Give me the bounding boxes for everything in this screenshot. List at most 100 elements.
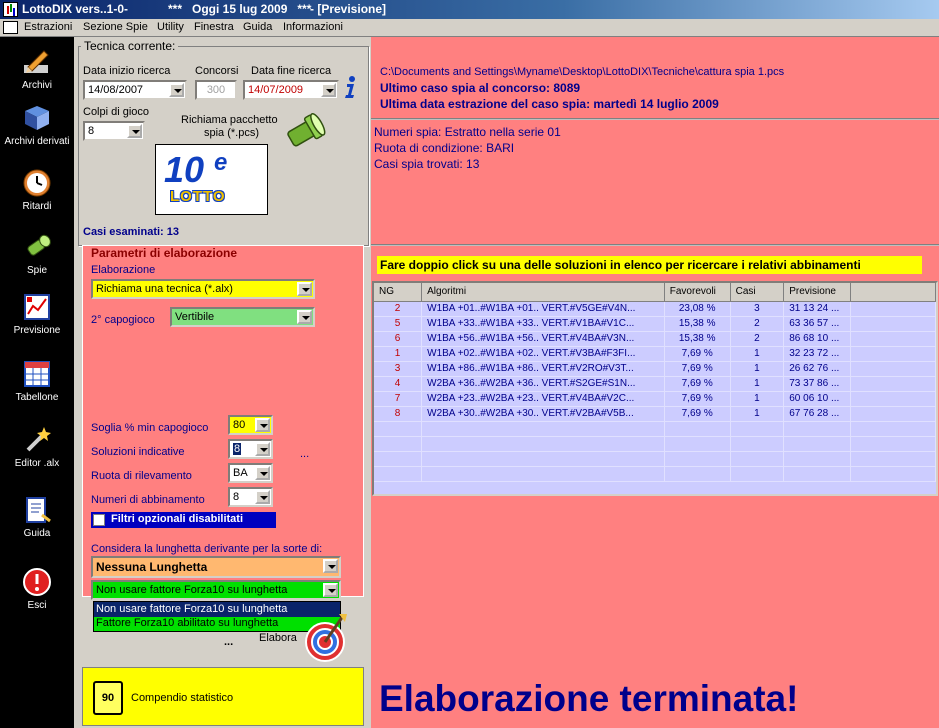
sidebar-item-editor[interactable]: Editor .alx bbox=[0, 425, 74, 469]
table-row[interactable]: 6 W1BA +56..#W1BA +56.. VERT.#V4BA#V3N...… bbox=[374, 331, 936, 347]
chevron-down-icon[interactable] bbox=[255, 442, 270, 456]
sidebar-label: Ritardi bbox=[22, 201, 52, 212]
sidebar-item-spie[interactable]: Spie bbox=[0, 232, 74, 276]
chevron-down-icon[interactable] bbox=[297, 310, 312, 324]
ruota-label: Ruota di rilevamento bbox=[91, 470, 192, 482]
forza-combo[interactable]: Non usare fattore Forza10 su lunghetta bbox=[91, 580, 341, 600]
table-row[interactable]: 7 W2BA +23..#W2BA +23.. VERT.#V4BA#V2C...… bbox=[374, 391, 936, 407]
cell-empty bbox=[374, 436, 423, 452]
today-date: *** Oggi 15 lug 2009 *** bbox=[168, 2, 312, 16]
filtri-checkbox[interactable]: Filtri opzionali disabilitati bbox=[91, 512, 276, 528]
concorsi-input[interactable]: 300 bbox=[195, 80, 237, 100]
soluzioni-combo[interactable]: 8 bbox=[228, 439, 273, 459]
sidebar-item-guida[interactable]: Guida bbox=[0, 495, 74, 539]
cell-empty bbox=[374, 466, 423, 482]
soglia-value: 80 bbox=[233, 419, 246, 431]
sidebar-item-esci[interactable]: Esci bbox=[0, 567, 74, 611]
target-icon[interactable] bbox=[303, 612, 349, 664]
cell-favorevoli: 23,08 % bbox=[664, 301, 731, 317]
menu-informazioni[interactable]: Informazioni bbox=[283, 21, 343, 33]
table-row-empty bbox=[374, 436, 936, 452]
menu-utility[interactable]: Utility bbox=[157, 21, 184, 33]
cell-previsione: 86 68 10 ... bbox=[783, 331, 852, 347]
chevron-down-icon[interactable] bbox=[321, 83, 336, 97]
sidebar-label: Tabellone bbox=[15, 392, 59, 403]
cell-ng: 2 bbox=[374, 301, 423, 317]
chevron-down-icon[interactable] bbox=[297, 282, 312, 296]
chevron-down-icon[interactable] bbox=[255, 466, 270, 480]
sidebar-item-archivi[interactable]: Archivi bbox=[0, 47, 74, 91]
forza-value: Non usare fattore Forza10 su lunghetta bbox=[96, 584, 288, 596]
cell-favorevoli: 7,69 % bbox=[664, 406, 731, 422]
cell-casi: 1 bbox=[730, 391, 785, 407]
chevron-down-icon[interactable] bbox=[255, 418, 270, 432]
cell-filler bbox=[850, 316, 936, 332]
soluzioni-value: 8 bbox=[233, 443, 242, 455]
table-row-empty bbox=[374, 451, 936, 467]
sidebar-label: Guida bbox=[23, 528, 51, 539]
table-row[interactable]: 8 W2BA +30..#W2BA +30.. VERT.#V2BA#V5B...… bbox=[374, 406, 936, 422]
chevron-down-icon[interactable] bbox=[323, 583, 338, 597]
chevron-down-icon[interactable] bbox=[169, 83, 184, 97]
exit-icon bbox=[23, 568, 51, 596]
start-date-combo[interactable]: 14/08/2007 bbox=[83, 80, 187, 100]
compendio-button[interactable]: 90 Compendio statistico bbox=[82, 667, 364, 726]
menu-guida[interactable]: Guida bbox=[243, 21, 272, 33]
col-casi[interactable]: Casi bbox=[730, 283, 785, 302]
table-row[interactable]: 4 W2BA +36..#W2BA +36.. VERT.#S2GE#S1N...… bbox=[374, 376, 936, 392]
cell-empty bbox=[783, 466, 852, 482]
cell-previsione: 60 06 10 ... bbox=[783, 391, 852, 407]
sidebar-item-ritardi[interactable]: Ritardi bbox=[0, 168, 74, 212]
checkbox-box[interactable] bbox=[93, 514, 105, 526]
numeri-label: Numeri di abbinamento bbox=[91, 494, 205, 506]
table-row[interactable]: 5 W1BA +33..#W1BA +33.. VERT.#V1BA#V1C...… bbox=[374, 316, 936, 332]
cell-algoritmo: W1BA +86..#W1BA +86.. VERT.#V2RO#V3T... bbox=[421, 361, 665, 377]
cell-filler bbox=[850, 376, 936, 392]
cell-ng: 3 bbox=[374, 361, 423, 377]
menu-estrazioni[interactable]: Estrazioni bbox=[24, 21, 72, 33]
flashlight-icon[interactable] bbox=[282, 109, 330, 151]
cell-casi: 1 bbox=[730, 406, 785, 422]
document-icon[interactable] bbox=[3, 21, 18, 34]
table-row[interactable]: 3 W1BA +86..#W1BA +86.. VERT.#V2RO#V3T...… bbox=[374, 361, 936, 377]
status-message: Elaborazione terminata! bbox=[379, 678, 799, 719]
soglia-combo[interactable]: 80 bbox=[228, 415, 273, 435]
soluzioni-ellipsis: ... bbox=[300, 448, 310, 460]
menu-finestra[interactable]: Finestra bbox=[194, 21, 234, 33]
pencil-icon bbox=[24, 50, 49, 73]
cell-filler bbox=[850, 406, 936, 422]
window-name: - [Previsione] bbox=[310, 2, 387, 16]
cell-previsione: 26 62 76 ... bbox=[783, 361, 852, 377]
colpi-combo[interactable]: 8 bbox=[83, 121, 145, 141]
sidebar-item-tabellone[interactable]: Tabellone bbox=[0, 359, 74, 403]
lunghetta-combo[interactable]: Nessuna Lunghetta bbox=[91, 556, 341, 578]
col-favorevoli[interactable]: Favorevoli bbox=[664, 283, 731, 302]
col-previsione[interactable]: Previsione bbox=[783, 283, 852, 302]
technique-path: C:\Documents and Settings\Myname\Desktop… bbox=[380, 66, 785, 78]
chevron-down-icon[interactable] bbox=[127, 124, 142, 138]
chevron-down-icon[interactable] bbox=[323, 559, 338, 573]
technique-legend: Tecnica corrente: bbox=[81, 39, 179, 53]
table-row[interactable]: 1 W1BA +02..#W1BA +02.. VERT.#V3BA#F3FI..… bbox=[374, 346, 936, 362]
chevron-down-icon[interactable] bbox=[255, 490, 270, 504]
col-filler bbox=[850, 283, 936, 302]
menu-sezione-spie[interactable]: Sezione Spie bbox=[83, 21, 148, 33]
params-legend: Parametri di elaborazione bbox=[89, 246, 240, 260]
app-icon[interactable] bbox=[3, 2, 18, 17]
cell-empty bbox=[850, 421, 936, 437]
capogioco-combo[interactable]: Vertibile bbox=[170, 307, 315, 327]
table-row[interactable]: 2 W1BA +01..#W1BA +01.. VERT.#V5GE#V4N...… bbox=[374, 301, 936, 317]
concorsi-label: Concorsi bbox=[195, 65, 239, 77]
col-algoritmi[interactable]: Algoritmi bbox=[421, 283, 665, 302]
end-date-combo[interactable]: 14/07/2009 bbox=[243, 80, 339, 100]
info-icon[interactable] bbox=[341, 75, 359, 99]
sidebar-item-previsione[interactable]: Previsione bbox=[0, 292, 74, 336]
numeri-combo[interactable]: 8 bbox=[228, 487, 273, 507]
col-ng[interactable]: NG bbox=[374, 283, 423, 302]
start-date-label: Data inizio ricerca bbox=[83, 65, 171, 77]
solutions-grid[interactable]: NG Algoritmi Favorevoli Casi Previsione … bbox=[372, 281, 938, 496]
sidebar-item-archivi-derivati[interactable]: Archivi derivati bbox=[0, 103, 74, 147]
elaborazione-combo[interactable]: Richiama una tecnica (*.alx) bbox=[91, 279, 315, 299]
lunghetta-label: Considera la lunghetta derivante per la … bbox=[91, 543, 323, 555]
ruota-combo[interactable]: BA bbox=[228, 463, 273, 483]
